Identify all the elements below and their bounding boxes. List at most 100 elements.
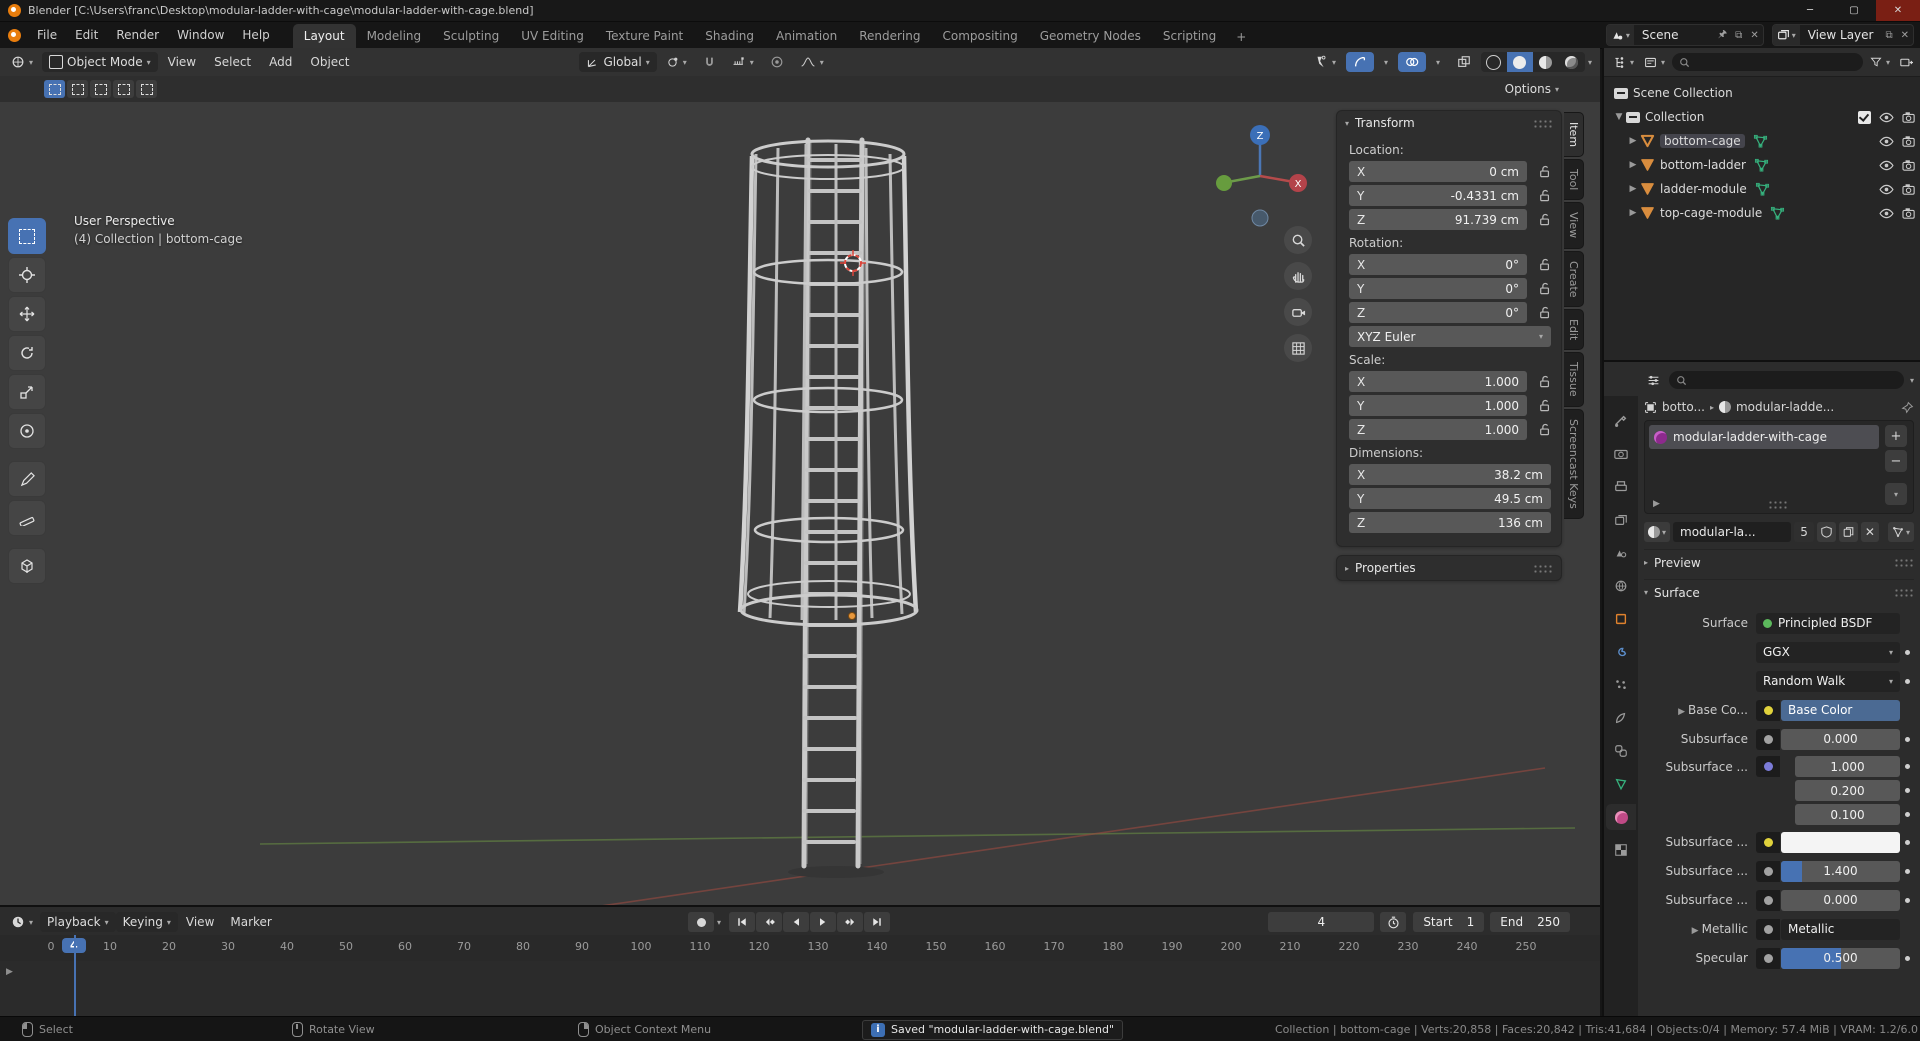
timeline-editor-type-button[interactable]: ▾	[4, 912, 40, 932]
expand-arrow[interactable]: ▶	[1626, 136, 1640, 146]
breadcrumb-material[interactable]: modular-ladde...	[1736, 400, 1834, 414]
outliner-filter-button[interactable]: ▾	[1867, 54, 1893, 70]
tab-output-props[interactable]	[1606, 474, 1636, 500]
select-mode-invert-button[interactable]	[113, 80, 134, 98]
socket-chip[interactable]	[1756, 699, 1780, 721]
tab-object-props[interactable]	[1606, 606, 1636, 632]
add-slot-button[interactable]: +	[1885, 425, 1907, 447]
tab-screencast-keys[interactable]: Screencast Keys	[1564, 409, 1584, 519]
expand-arrow[interactable]: ▶	[1626, 208, 1640, 218]
surface-panel-header[interactable]: ▾ Surface	[1644, 579, 1914, 605]
tab-sculpting[interactable]: Sculpting	[432, 24, 510, 48]
lock-rotation-z[interactable]	[1527, 306, 1551, 319]
shading-wireframe-button[interactable]	[1481, 52, 1507, 72]
scene-name[interactable]: Scene	[1634, 28, 1714, 42]
preview-panel-header[interactable]: ▸ Preview	[1644, 549, 1914, 575]
eye-icon[interactable]	[1879, 112, 1894, 123]
blender-menu-icon[interactable]	[8, 28, 21, 42]
play-button[interactable]	[810, 912, 837, 932]
editor-type-button[interactable]: ▾	[4, 52, 40, 72]
navigation-gizmo[interactable]: Z X	[1216, 125, 1307, 227]
outliner-search-input[interactable]	[1672, 53, 1863, 71]
tab-texture-paint[interactable]: Texture Paint	[595, 24, 694, 48]
view-layer-remove-icon[interactable]: ✕	[1897, 30, 1913, 41]
fake-user-button[interactable]	[1816, 522, 1836, 542]
tab-compositing[interactable]: Compositing	[931, 24, 1028, 48]
material-users-count[interactable]: 5	[1794, 522, 1814, 542]
dimensions-x-field[interactable]: X 38.2 cm	[1349, 464, 1551, 485]
record-button[interactable]	[688, 912, 714, 932]
location-z-field[interactable]: Z 91.739 cm	[1349, 209, 1527, 230]
lock-location-x[interactable]	[1527, 165, 1551, 178]
material-slot-item[interactable]: modular-ladder-with-cage	[1649, 425, 1879, 449]
pin-icon[interactable]	[1901, 401, 1914, 414]
socket-chip[interactable]	[1756, 918, 1780, 940]
timeline-view-menu[interactable]: View	[178, 911, 222, 933]
base-color-field[interactable]: Base Color	[1781, 699, 1900, 721]
tab-view-layer-props[interactable]	[1606, 507, 1636, 533]
shading-dropdown[interactable]: ▾	[1588, 58, 1592, 67]
end-frame-field[interactable]: End 250	[1490, 912, 1570, 932]
menu-window[interactable]: Window	[168, 24, 233, 46]
camera-visibility-icon[interactable]	[1902, 207, 1916, 219]
subsurface-ior-slider[interactable]: 1.400	[1781, 860, 1900, 882]
outliner-row-bottom-ladder[interactable]: ▶ bottom-ladder	[1612, 153, 1920, 177]
menu-object[interactable]: Object	[302, 51, 357, 73]
view-layer-copy-icon[interactable]: ⧉	[1881, 30, 1896, 41]
remove-slot-button[interactable]: −	[1885, 450, 1907, 472]
socket-chip[interactable]	[1756, 728, 1780, 750]
add-workspace-button[interactable]: +	[1227, 26, 1255, 48]
scale-x-field[interactable]: X 1.000	[1349, 371, 1527, 392]
scale-y-field[interactable]: Y 1.000	[1349, 395, 1527, 416]
socket-chip[interactable]	[1756, 947, 1780, 969]
jump-to-end-button[interactable]	[864, 912, 891, 932]
gizmos-dropdown[interactable]: ▾	[1377, 55, 1395, 70]
distribution-dropdown[interactable]: GGX ▾	[1756, 641, 1900, 663]
subsurface-aniso-field[interactable]: 0.000	[1781, 889, 1900, 911]
view-layer-browse-button[interactable]: ▾	[1772, 25, 1800, 45]
rotation-mode-dropdown[interactable]: XYZ Euler ▾	[1349, 326, 1551, 347]
playback-menu[interactable]: Playback ▾	[40, 912, 116, 932]
specular-slider[interactable]: 0.500	[1781, 947, 1900, 969]
use-preview-range-button[interactable]	[1380, 912, 1407, 932]
start-frame-field[interactable]: Start 1	[1413, 912, 1485, 932]
pan-button[interactable]	[1284, 262, 1312, 290]
eye-icon[interactable]	[1879, 136, 1894, 147]
subsurface-method-dropdown[interactable]: Random Walk ▾	[1756, 670, 1900, 692]
camera-visibility-icon[interactable]	[1902, 183, 1916, 195]
tab-physics-props[interactable]	[1606, 705, 1636, 731]
slot-list-grip[interactable]	[1768, 500, 1789, 509]
tab-geometry-nodes[interactable]: Geometry Nodes	[1029, 24, 1152, 48]
eye-icon[interactable]	[1879, 184, 1894, 195]
surface-shader-field[interactable]: Principled BSDF	[1756, 612, 1900, 634]
tab-render-props[interactable]	[1606, 441, 1636, 467]
outliner-row-scene-collection[interactable]: Scene Collection	[1612, 81, 1920, 105]
tab-tissue[interactable]: Tissue	[1564, 352, 1584, 408]
tab-modeling[interactable]: Modeling	[356, 24, 433, 48]
play-reverse-button[interactable]	[783, 912, 810, 932]
keying-menu[interactable]: Keying ▾	[115, 912, 178, 932]
shading-material-button[interactable]	[1533, 52, 1559, 72]
tab-edit[interactable]: Edit	[1564, 309, 1584, 351]
mode-dropdown[interactable]: Object Mode ▾	[42, 52, 158, 72]
scene-unlink-icon[interactable]: ✕	[1746, 30, 1762, 41]
tab-scene-props[interactable]	[1606, 540, 1636, 566]
lock-scale-z[interactable]	[1527, 423, 1551, 436]
tab-tool[interactable]: Tool	[1564, 159, 1584, 201]
next-keyframe-button[interactable]	[837, 912, 864, 932]
panel-grip[interactable]	[1894, 588, 1914, 597]
tool-transform[interactable]	[8, 413, 46, 449]
tab-texture-props[interactable]	[1606, 837, 1636, 863]
select-mode-subtract-button[interactable]	[90, 80, 111, 98]
gizmo-y-axis[interactable]	[1216, 175, 1232, 191]
dimensions-z-field[interactable]: Z 136 cm	[1349, 512, 1551, 533]
menu-render[interactable]: Render	[107, 24, 168, 46]
expand-arrow[interactable]: ▶	[1626, 160, 1640, 170]
tab-material-props[interactable]	[1606, 804, 1636, 830]
select-mode-set-button[interactable]	[44, 80, 65, 98]
breadcrumb-object[interactable]: botto...	[1662, 400, 1705, 414]
properties-search-input[interactable]	[1669, 371, 1904, 389]
visibility-dropdown[interactable]: ▾	[1307, 52, 1343, 72]
lock-rotation-y[interactable]	[1527, 282, 1551, 295]
record-dropdown[interactable]: ▾	[717, 918, 721, 927]
